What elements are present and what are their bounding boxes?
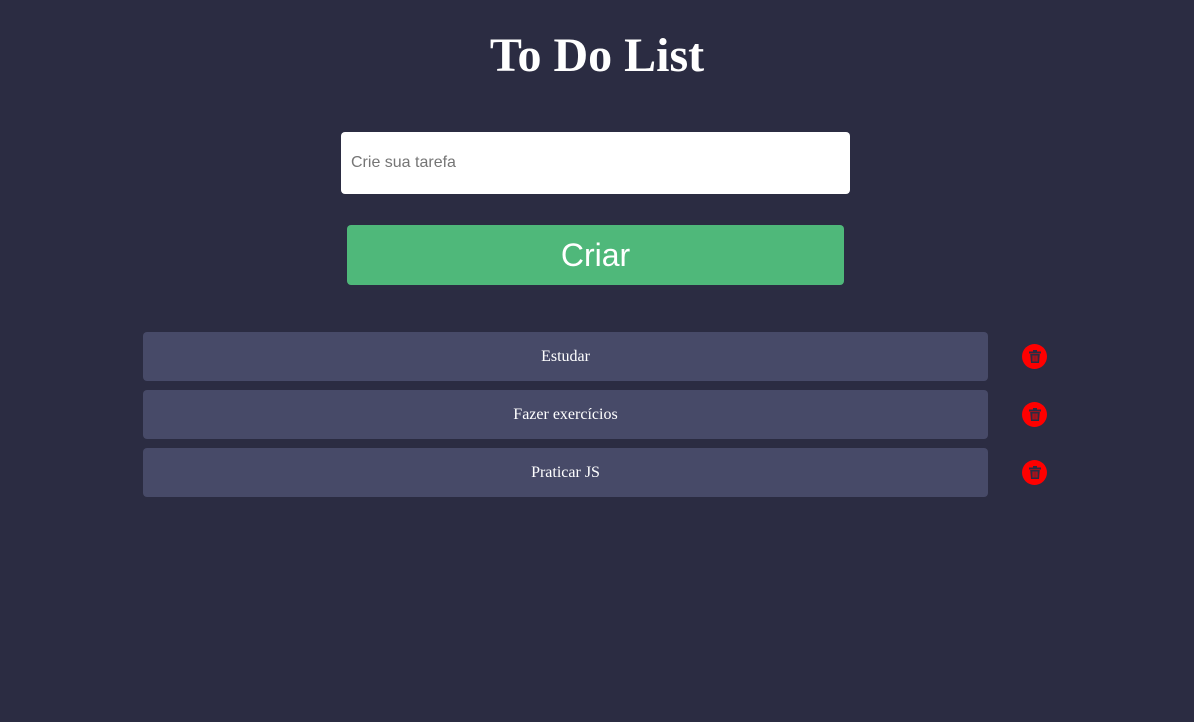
task-input[interactable] xyxy=(341,132,850,194)
task-list: Estudar Fazer exercícios Praticar JS xyxy=(143,332,1053,506)
task-label: Fazer exercícios xyxy=(513,405,618,423)
task-row: Fazer exercícios xyxy=(143,390,1053,440)
delete-task-button[interactable] xyxy=(1022,460,1047,485)
trash-icon xyxy=(1028,466,1041,479)
delete-task-button[interactable] xyxy=(1022,344,1047,369)
create-button[interactable]: Criar xyxy=(347,225,844,285)
task-item: Estudar xyxy=(143,332,988,381)
task-label: Praticar JS xyxy=(531,463,600,481)
trash-icon xyxy=(1028,350,1041,363)
task-item: Fazer exercícios xyxy=(143,390,988,439)
delete-task-button[interactable] xyxy=(1022,402,1047,427)
task-row: Estudar xyxy=(143,332,1053,382)
task-label: Estudar xyxy=(541,347,590,365)
task-item: Praticar JS xyxy=(143,448,988,497)
trash-icon xyxy=(1028,408,1041,421)
page-title: To Do List xyxy=(489,29,705,82)
task-row: Praticar JS xyxy=(143,448,1053,498)
